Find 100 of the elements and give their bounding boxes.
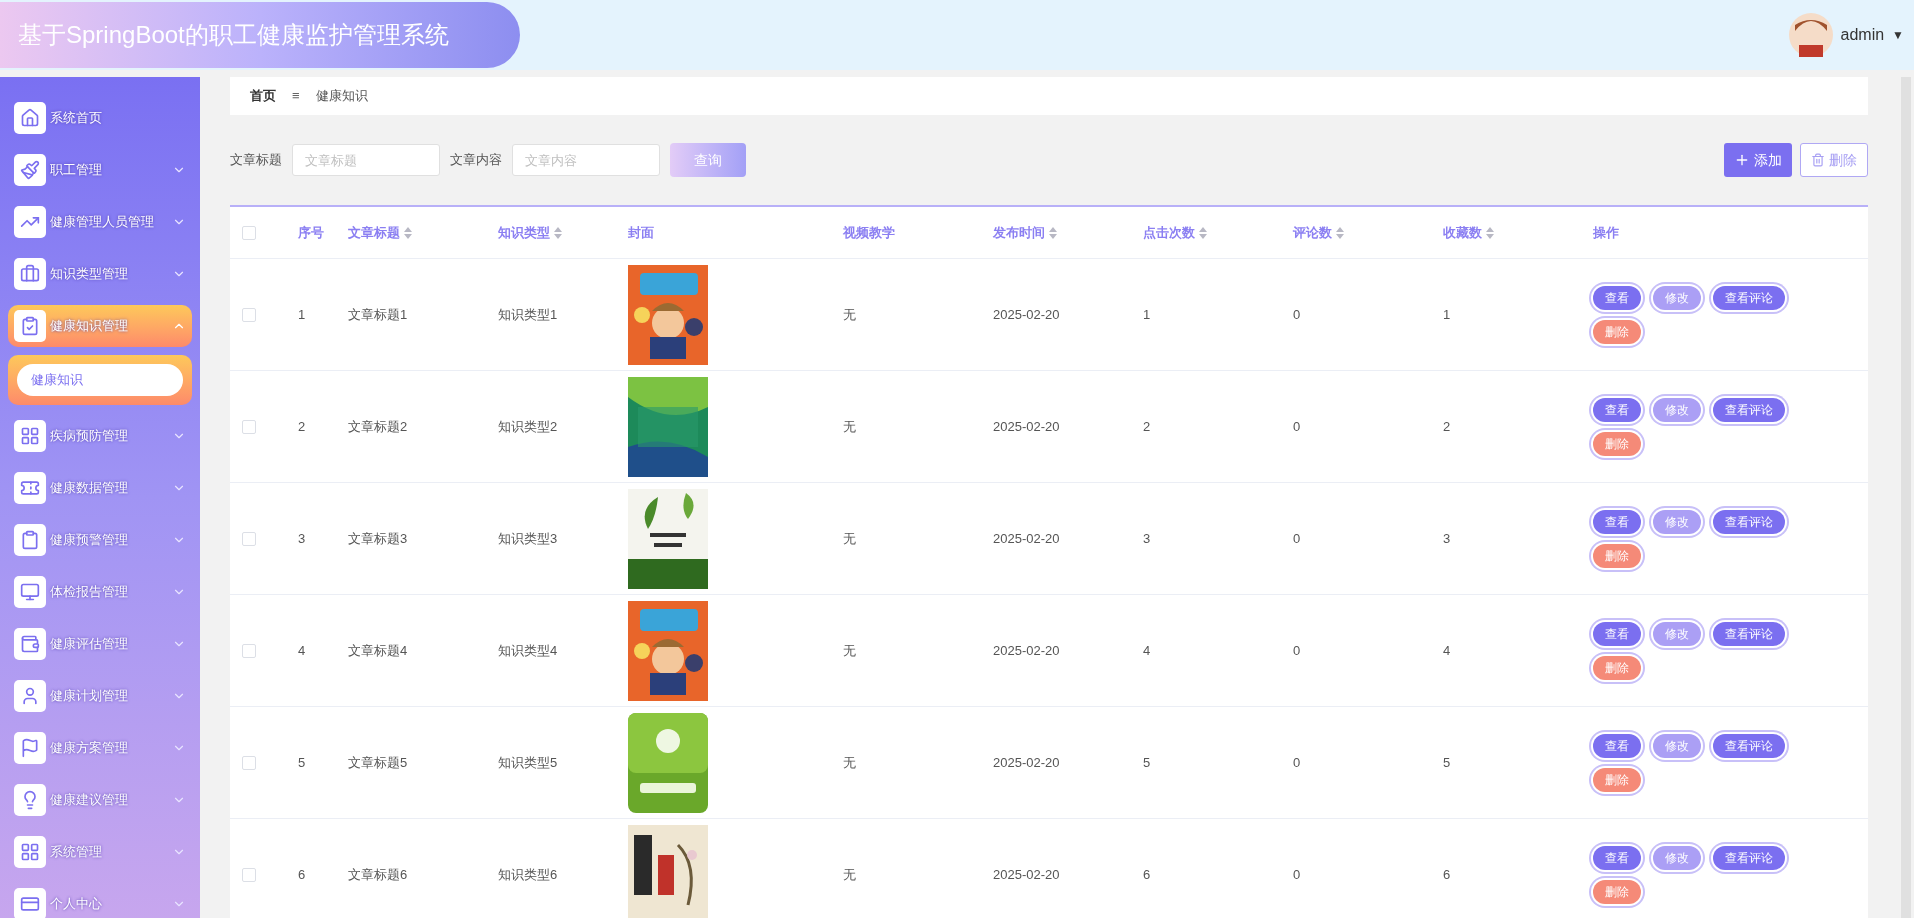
table-cell: 0 xyxy=(1293,418,1301,434)
breadcrumb-home[interactable]: 首页 xyxy=(250,86,276,106)
menu-item[interactable]: 健康方案管理 xyxy=(8,727,192,769)
avatar[interactable] xyxy=(1788,13,1833,57)
lightbulb-icon xyxy=(14,784,46,816)
column-header[interactable]: 知识类型 xyxy=(498,222,562,243)
table-cell: 1 xyxy=(1143,306,1151,322)
table-cell: 5 xyxy=(298,754,306,770)
table-cell: 知识类型5 xyxy=(498,754,558,770)
username[interactable]: admin xyxy=(1840,23,1885,47)
column-header[interactable]: 发布时间 xyxy=(993,222,1057,243)
sort-icon[interactable] xyxy=(1199,226,1207,239)
table-cell: 无 xyxy=(843,754,856,770)
search-field[interactable]: 文章内容 xyxy=(512,144,660,176)
briefcase-icon xyxy=(14,258,46,290)
flag-icon xyxy=(14,732,46,764)
menu-item[interactable]: 个人中心 xyxy=(8,883,192,918)
sort-icon[interactable] xyxy=(404,226,412,239)
menu-label: 系统首页 xyxy=(50,109,103,128)
table-cell: 无 xyxy=(843,306,856,322)
plus-icon xyxy=(1734,152,1750,168)
table-cell: 0 xyxy=(1293,642,1301,658)
menu-label: 健康知识管理 xyxy=(50,317,129,336)
table-cell: 2025-02-20 xyxy=(993,754,1060,770)
column-header[interactable]: 文章标题 xyxy=(348,222,412,243)
breadcrumb-separator: ≡ xyxy=(292,87,300,106)
table-cell: 1 xyxy=(298,306,306,322)
table-cell: 0 xyxy=(1293,866,1301,882)
table-cell: 知识类型2 xyxy=(498,418,558,434)
menu-item[interactable]: 健康建议管理 xyxy=(8,779,192,821)
sort-icon[interactable] xyxy=(1336,226,1344,239)
menu-item[interactable]: 健康数据管理 xyxy=(8,467,192,509)
row-checkbox[interactable] xyxy=(242,867,256,882)
submenu-item[interactable]: 健康知识 xyxy=(17,364,183,396)
trash-icon xyxy=(1811,153,1825,167)
menu-item[interactable]: 职工管理 xyxy=(8,149,192,191)
table-cell: 文章标题3 xyxy=(348,530,408,546)
column-header[interactable]: 收藏数 xyxy=(1443,222,1494,243)
search-field[interactable]: 文章标题 xyxy=(292,144,440,176)
table-cell: 2 xyxy=(1143,418,1151,434)
row-checkbox[interactable] xyxy=(242,307,256,322)
batch-delete-button[interactable]: 删除 xyxy=(1800,143,1868,177)
person-icon xyxy=(14,680,46,712)
table-cell: 知识类型3 xyxy=(498,530,558,546)
table-cell: 知识类型6 xyxy=(498,866,558,882)
sort-icon[interactable] xyxy=(1486,226,1494,239)
brush-icon xyxy=(14,154,46,186)
table-cell: 知识类型4 xyxy=(498,642,558,658)
menu-item[interactable]: 健康管理人员管理 xyxy=(8,201,192,243)
menu-label: 健康计划管理 xyxy=(50,687,129,706)
table-cell: 5 xyxy=(1443,754,1451,770)
table-cell: 无 xyxy=(843,642,856,658)
sort-icon[interactable] xyxy=(554,226,562,239)
column-header[interactable]: 点击次数 xyxy=(1143,222,1207,243)
table-cell: 3 xyxy=(1443,530,1451,546)
grid-icon xyxy=(14,420,46,452)
menu-item[interactable]: 系统首页 xyxy=(8,97,192,139)
menu-item[interactable]: 体检报告管理 xyxy=(8,571,192,613)
row-checkbox[interactable] xyxy=(242,643,256,658)
add-button[interactable]: 添加 xyxy=(1724,143,1792,177)
menu-label: 健康方案管理 xyxy=(50,739,129,758)
table-cell: 3 xyxy=(298,530,306,546)
row-checkbox[interactable] xyxy=(242,531,256,546)
house-icon xyxy=(14,102,46,134)
table-cell: 6 xyxy=(1143,866,1151,882)
menu-item[interactable]: 健康计划管理 xyxy=(8,675,192,717)
menu-item[interactable]: 疾病预防管理 xyxy=(8,415,192,457)
table-cell: 0 xyxy=(1293,754,1301,770)
table-cell: 2025-02-20 xyxy=(993,530,1060,546)
sort-icon[interactable] xyxy=(1049,226,1057,239)
table-cell: 1 xyxy=(1443,306,1451,322)
table-cell: 2025-02-20 xyxy=(993,306,1060,322)
menu-label: 健康数据管理 xyxy=(50,479,129,498)
ticket-icon xyxy=(14,472,46,504)
table-cell: 2 xyxy=(1443,418,1451,434)
table-cell: 4 xyxy=(1443,642,1451,658)
table-cell: 无 xyxy=(843,418,856,434)
table-cell: 文章标题2 xyxy=(348,418,408,434)
caret-icon[interactable]: ▼ xyxy=(1892,26,1904,44)
column-header[interactable]: 评论数 xyxy=(1293,222,1344,243)
menu-item[interactable]: 健康预警管理 xyxy=(8,519,192,561)
select-all-checkbox[interactable] xyxy=(242,225,256,240)
clipboard-icon xyxy=(14,524,46,556)
menu-label: 个人中心 xyxy=(50,895,103,914)
column-header: 视频教学 xyxy=(843,223,895,242)
query-button[interactable]: 查询 xyxy=(670,143,746,177)
menu-item[interactable]: 健康评估管理 xyxy=(8,623,192,665)
wallet-icon xyxy=(14,628,46,660)
menu-item[interactable]: 健康知识管理 xyxy=(8,305,192,347)
table-cell: 2 xyxy=(298,418,306,434)
table-cell: 4 xyxy=(1143,642,1151,658)
menu-label: 健康预警管理 xyxy=(50,531,129,550)
menu-item[interactable]: 知识类型管理 xyxy=(8,253,192,295)
menu-item[interactable]: 系统管理 xyxy=(8,831,192,873)
row-checkbox[interactable] xyxy=(242,755,256,770)
row-checkbox[interactable] xyxy=(242,419,256,434)
grid-icon xyxy=(14,836,46,868)
menu-label: 体检报告管理 xyxy=(50,583,129,602)
table-cell: 文章标题6 xyxy=(348,866,408,882)
menu-label: 系统管理 xyxy=(50,843,103,862)
